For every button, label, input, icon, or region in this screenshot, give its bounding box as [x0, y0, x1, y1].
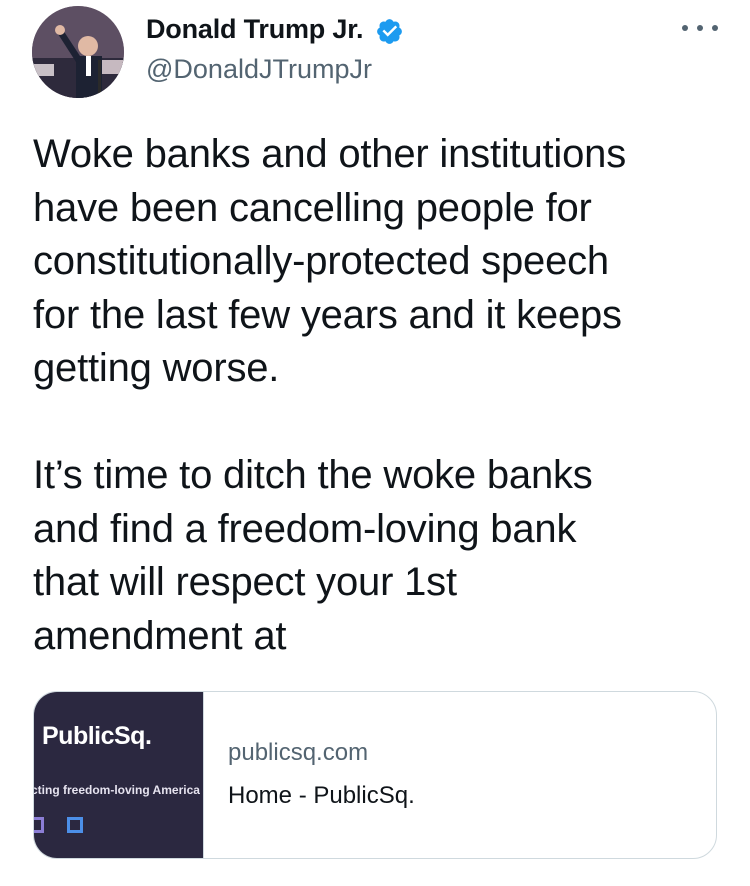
- verified-badge-icon: [377, 19, 402, 44]
- publicsq-logo: PublicSq.: [42, 722, 152, 750]
- card-thumbnail: PublicSq. cting freedom-loving America: [34, 692, 204, 858]
- profile-photo: [32, 6, 124, 98]
- square-outline-icon: [34, 817, 44, 833]
- square-outline-icon: [67, 817, 83, 833]
- tweet-text: Woke banks and other institutions have b…: [33, 132, 627, 658]
- card-domain: publicsq.com: [228, 739, 369, 766]
- tweet: Donald Trump Jr. @DonaldJTrumpJr Woke ba…: [0, 0, 750, 886]
- thumbnail-tagline: cting freedom-loving America: [34, 783, 200, 797]
- link-preview-card[interactable]: PublicSq. cting freedom-loving America p…: [33, 691, 717, 859]
- more-dot: [712, 25, 718, 31]
- more-dot: [682, 25, 688, 31]
- avatar[interactable]: [32, 6, 124, 98]
- more-options-icon[interactable]: [682, 16, 718, 40]
- user-handle[interactable]: @DonaldJTrumpJr: [146, 54, 372, 85]
- card-title: Home - PublicSq.: [228, 782, 415, 809]
- more-dot: [697, 25, 703, 31]
- display-name[interactable]: Donald Trump Jr.: [146, 14, 364, 45]
